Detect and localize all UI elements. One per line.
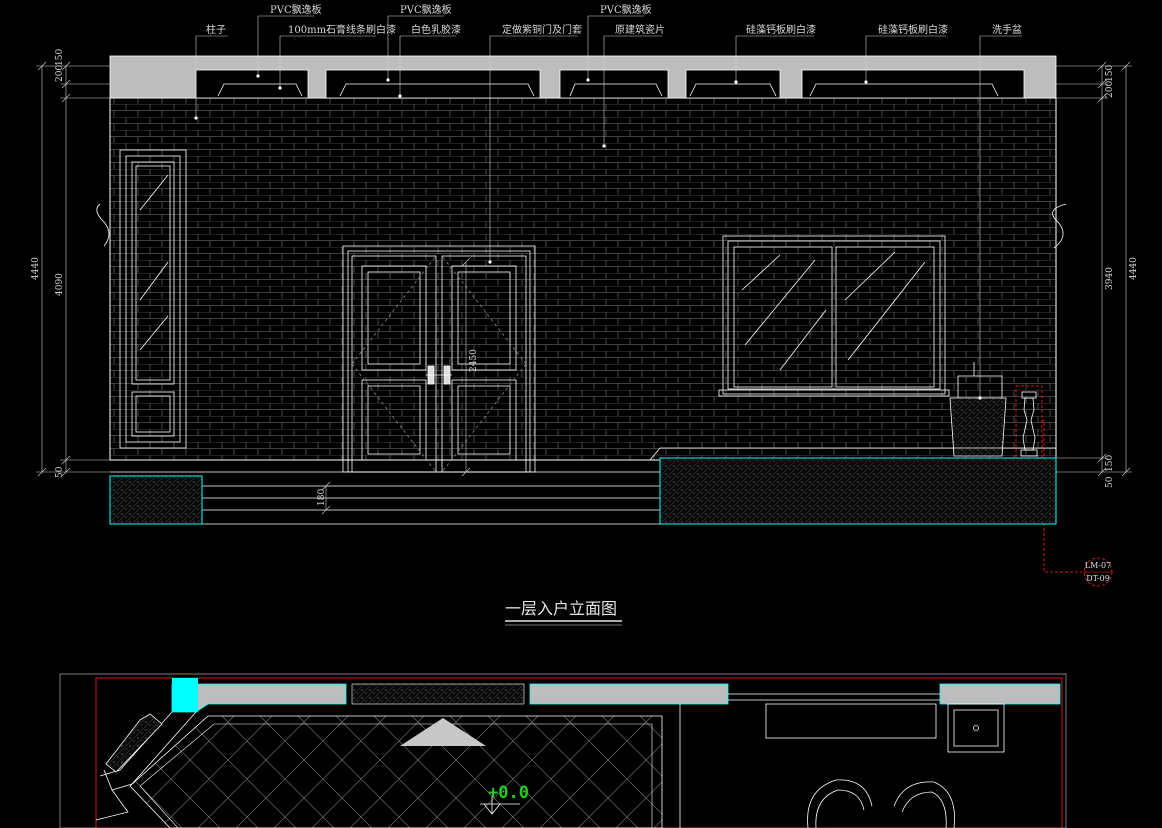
callout-column: 柱子 bbox=[206, 23, 226, 36]
plan-walls bbox=[171, 683, 1061, 713]
drawing-title: 一层入户立面图 bbox=[505, 599, 617, 618]
callout-board-2: 硅藻钙板刷白漆 bbox=[878, 23, 948, 36]
right-planter bbox=[659, 457, 1057, 525]
callout-tiles: 原建筑瓷片 bbox=[615, 23, 665, 36]
dim-right-50: 50 bbox=[1105, 476, 1115, 488]
elevation-view: LM-07 DT-09 柱子 PVC飘逸板 100mm石膏线条刷白漆 PVC飘逸… bbox=[31, 3, 1139, 587]
break-mark-left bbox=[96, 203, 110, 247]
level-mark: +0.0 bbox=[488, 783, 529, 803]
callout-labels: 柱子 PVC飘逸板 100mm石膏线条刷白漆 PVC飘逸板 白色乳胶漆 定做紫铜… bbox=[206, 3, 1022, 36]
brick-wall bbox=[109, 97, 1057, 461]
plan-chairs bbox=[807, 779, 955, 828]
dim-right-150: 150 bbox=[1105, 65, 1115, 82]
plan-view: +0.0 bbox=[59, 673, 1067, 828]
dim-left-200: 200 bbox=[55, 65, 65, 82]
elevation-drawing: LM-07 DT-09 柱子 PVC飘逸板 100mm石膏线条刷白漆 PVC飘逸… bbox=[31, 3, 1139, 828]
detail-ref-bubble: LM-07 DT-09 bbox=[1083, 557, 1113, 587]
callout-white-paint: 白色乳胶漆 bbox=[411, 23, 461, 36]
dim-right-3940: 3940 bbox=[1105, 267, 1115, 290]
left-dimension-text: 200 150 4440 4090 50 bbox=[31, 49, 65, 478]
dim-left-50: 50 bbox=[55, 466, 65, 478]
left-dimensions bbox=[36, 61, 110, 477]
detail-ref-top: LM-07 bbox=[1085, 561, 1111, 570]
callout-copper-door: 定做紫铜门及门套 bbox=[502, 23, 582, 36]
dim-right-150-bottom: 150 bbox=[1105, 455, 1115, 472]
dim-left-4090: 4090 bbox=[55, 273, 65, 296]
dim-left-4440: 4440 bbox=[31, 257, 41, 280]
left-planter bbox=[109, 475, 203, 525]
callout-plaster-line: 100mm石膏线条刷白漆 bbox=[288, 23, 396, 36]
plan-column bbox=[172, 678, 198, 712]
dim-left-150: 150 bbox=[55, 49, 65, 66]
callout-basin: 洗手盆 bbox=[992, 23, 1022, 36]
dim-step-height: 180 bbox=[317, 489, 327, 506]
callout-board-1: 硅藻钙板刷白漆 bbox=[746, 23, 816, 36]
right-dimension-text: 200 150 4440 3940 150 50 bbox=[1105, 65, 1139, 488]
plan-railing bbox=[351, 683, 525, 705]
wash-basin bbox=[949, 362, 1007, 457]
callout-pvc-3: PVC飘逸板 bbox=[600, 3, 652, 16]
dim-door-height: 2450 bbox=[469, 349, 479, 372]
plan-counter bbox=[765, 703, 937, 739]
dim-right-4440: 4440 bbox=[1129, 257, 1139, 280]
right-dimensions bbox=[1056, 61, 1132, 477]
plan-basin bbox=[947, 703, 1005, 753]
dim-right-200: 200 bbox=[1105, 81, 1115, 98]
callout-pvc-2: PVC飘逸板 bbox=[400, 3, 452, 16]
detail-ref-bottom: DT-09 bbox=[1086, 574, 1110, 583]
plan-floor-tiles bbox=[129, 715, 663, 828]
callout-pvc-1: PVC飘逸板 bbox=[270, 3, 322, 16]
